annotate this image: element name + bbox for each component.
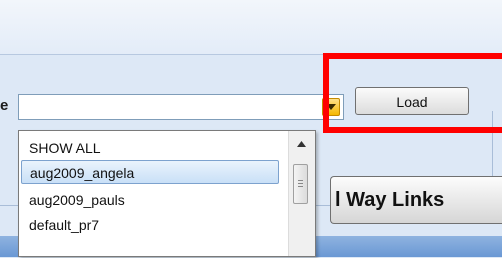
scroll-up-icon[interactable] xyxy=(297,141,306,147)
list-item[interactable]: aug2009_pauls xyxy=(21,188,279,212)
scroll-thumb[interactable] xyxy=(293,164,308,204)
top-band xyxy=(0,0,502,54)
profile-dropdown-list[interactable]: SHOW ALL aug2009_angela aug2009_pauls de… xyxy=(18,130,316,257)
list-item-selected[interactable]: aug2009_angela xyxy=(21,160,279,184)
grip-line xyxy=(298,186,303,187)
profile-combobox[interactable] xyxy=(18,94,344,120)
grip-line xyxy=(298,183,303,184)
field-label-fragment: e xyxy=(0,97,9,114)
grip-line xyxy=(298,180,303,181)
dropdown-scrollbar[interactable] xyxy=(288,131,315,256)
highlight-annotation xyxy=(323,53,502,133)
list-item[interactable]: default_pr7 xyxy=(21,213,279,237)
way-links-button[interactable]: l Way Links xyxy=(330,176,502,224)
list-item[interactable]: SHOW ALL xyxy=(21,136,279,160)
